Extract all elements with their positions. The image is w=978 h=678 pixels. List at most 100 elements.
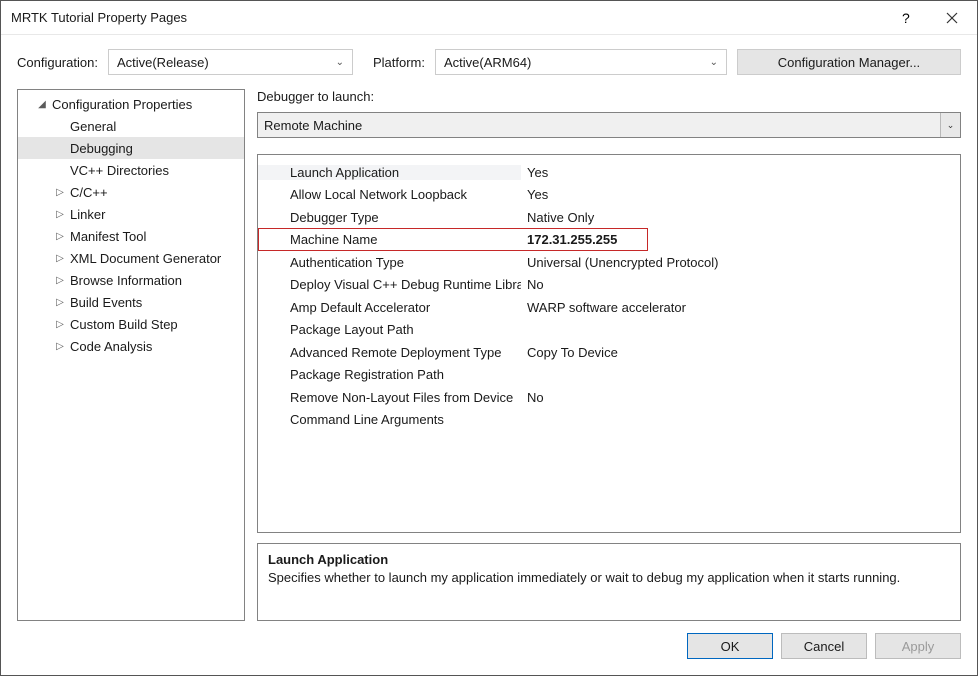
property-grid[interactable]: Launch ApplicationYesAllow Local Network… [257, 154, 961, 533]
property-row[interactable]: Package Layout Path [258, 319, 960, 342]
property-row[interactable]: Package Registration Path [258, 364, 960, 387]
property-label: Deploy Visual C++ Debug Runtime Librarie… [258, 277, 521, 292]
property-row[interactable]: Launch ApplicationYes [258, 161, 960, 184]
property-value[interactable]: Universal (Unencrypted Protocol) [521, 255, 960, 270]
property-label: Package Layout Path [258, 322, 521, 337]
tree-item-linker[interactable]: ▷Linker [18, 203, 244, 225]
platform-value: Active(ARM64) [444, 55, 704, 70]
property-label: Advanced Remote Deployment Type [258, 345, 521, 360]
tree-item-label: Browse Information [70, 273, 182, 288]
property-label: Launch Application [258, 165, 521, 180]
property-row[interactable]: Advanced Remote Deployment TypeCopy To D… [258, 341, 960, 364]
top-row: Configuration: Active(Release) ⌄ Platfor… [17, 49, 961, 75]
dialog-window: MRTK Tutorial Property Pages ? Configura… [0, 0, 978, 676]
configuration-combo[interactable]: Active(Release) ⌄ [108, 49, 353, 75]
tree-item-manifest-tool[interactable]: ▷Manifest Tool [18, 225, 244, 247]
tree-item-label: C/C++ [70, 185, 108, 200]
property-label: Debugger Type [258, 210, 521, 225]
svg-text:?: ? [902, 11, 910, 25]
configuration-value: Active(Release) [117, 55, 330, 70]
tree-item-label: Custom Build Step [70, 317, 178, 332]
tree-item-label: Code Analysis [70, 339, 152, 354]
help-icon: ? [901, 11, 911, 25]
description-panel: Launch Application Specifies whether to … [257, 543, 961, 621]
expand-icon: ▷ [50, 209, 70, 220]
chevron-down-icon: ⌄ [940, 113, 960, 137]
property-value[interactable]: Copy To Device [521, 345, 960, 360]
tree-root-label: Configuration Properties [52, 97, 192, 112]
property-row[interactable]: Allow Local Network LoopbackYes [258, 184, 960, 207]
body: ◢ Configuration Properties General Debugg… [17, 89, 961, 621]
expand-icon: ▷ [50, 341, 70, 352]
platform-combo[interactable]: Active(ARM64) ⌄ [435, 49, 727, 75]
tree-item-debugging[interactable]: Debugging [18, 137, 244, 159]
configuration-label: Configuration: [17, 55, 98, 70]
tree-item-label: Debugging [70, 141, 133, 156]
tree-item-general[interactable]: General [18, 115, 244, 137]
apply-button[interactable]: Apply [875, 633, 961, 659]
tree-item-label: Build Events [70, 295, 142, 310]
chevron-down-icon: ⌄ [710, 57, 718, 68]
tree-panel[interactable]: ◢ Configuration Properties General Debugg… [17, 89, 245, 621]
expand-icon: ▷ [50, 231, 70, 242]
description-title: Launch Application [268, 552, 950, 567]
tree-item-label: Linker [70, 207, 105, 222]
expand-icon: ▷ [50, 319, 70, 330]
property-value[interactable]: WARP software accelerator [521, 300, 960, 315]
property-value[interactable]: No [521, 390, 960, 405]
expand-icon: ▷ [50, 187, 70, 198]
property-row[interactable]: Authentication TypeUniversal (Unencrypte… [258, 251, 960, 274]
platform-label: Platform: [373, 55, 425, 70]
chevron-down-icon: ⌄ [336, 57, 344, 68]
titlebar: MRTK Tutorial Property Pages ? [1, 1, 977, 35]
tree-item-label: XML Document Generator [70, 251, 221, 266]
tree-item-custom-build-step[interactable]: ▷Custom Build Step [18, 313, 244, 335]
property-row[interactable]: Deploy Visual C++ Debug Runtime Librarie… [258, 274, 960, 297]
tree-item-c-c-[interactable]: ▷C/C++ [18, 181, 244, 203]
close-icon [946, 12, 958, 24]
close-button[interactable] [929, 3, 975, 33]
property-value[interactable]: Yes [521, 187, 960, 202]
tree-item-browse-information[interactable]: ▷Browse Information [18, 269, 244, 291]
property-label: Package Registration Path [258, 367, 521, 382]
debugger-combo[interactable]: Remote Machine ⌄ [257, 112, 961, 138]
property-label: Allow Local Network Loopback [258, 187, 521, 202]
expand-icon: ▷ [50, 275, 70, 286]
configuration-manager-label: Configuration Manager... [778, 55, 920, 70]
property-row[interactable]: Machine Name172.31.255.255 [258, 229, 960, 252]
property-value[interactable]: Yes [521, 165, 960, 180]
cancel-button[interactable]: Cancel [781, 633, 867, 659]
expand-icon: ▷ [50, 253, 70, 264]
right-panel: Debugger to launch: Remote Machine ⌄ Lau… [257, 89, 961, 621]
tree-item-code-analysis[interactable]: ▷Code Analysis [18, 335, 244, 357]
dialog-content: Configuration: Active(Release) ⌄ Platfor… [1, 35, 977, 675]
tree-item-label: Manifest Tool [70, 229, 146, 244]
tree-root[interactable]: ◢ Configuration Properties [18, 93, 244, 115]
collapse-icon: ◢ [32, 99, 52, 110]
property-label: Authentication Type [258, 255, 521, 270]
property-label: Amp Default Accelerator [258, 300, 521, 315]
property-row[interactable]: Command Line Arguments [258, 409, 960, 432]
tree-item-label: General [70, 119, 116, 134]
property-label: Remove Non-Layout Files from Device [258, 390, 521, 405]
expand-icon: ▷ [50, 297, 70, 308]
debugger-launch-label: Debugger to launch: [257, 89, 961, 104]
property-value[interactable]: Native Only [521, 210, 960, 225]
property-value[interactable]: No [521, 277, 960, 292]
property-label: Machine Name [258, 232, 521, 247]
property-row[interactable]: Remove Non-Layout Files from DeviceNo [258, 386, 960, 409]
property-value[interactable]: 172.31.255.255 [521, 232, 960, 247]
tree-item-label: VC++ Directories [70, 163, 169, 178]
property-row[interactable]: Debugger TypeNative Only [258, 206, 960, 229]
help-button[interactable]: ? [883, 3, 929, 33]
window-title: MRTK Tutorial Property Pages [11, 10, 883, 25]
description-body: Specifies whether to launch my applicati… [268, 569, 950, 587]
ok-button[interactable]: OK [687, 633, 773, 659]
tree-item-vc-directories[interactable]: VC++ Directories [18, 159, 244, 181]
debugger-combo-value: Remote Machine [258, 118, 368, 133]
footer: OK Cancel Apply [17, 633, 961, 659]
tree-item-build-events[interactable]: ▷Build Events [18, 291, 244, 313]
property-row[interactable]: Amp Default AcceleratorWARP software acc… [258, 296, 960, 319]
configuration-manager-button[interactable]: Configuration Manager... [737, 49, 961, 75]
tree-item-xml-document-generator[interactable]: ▷XML Document Generator [18, 247, 244, 269]
